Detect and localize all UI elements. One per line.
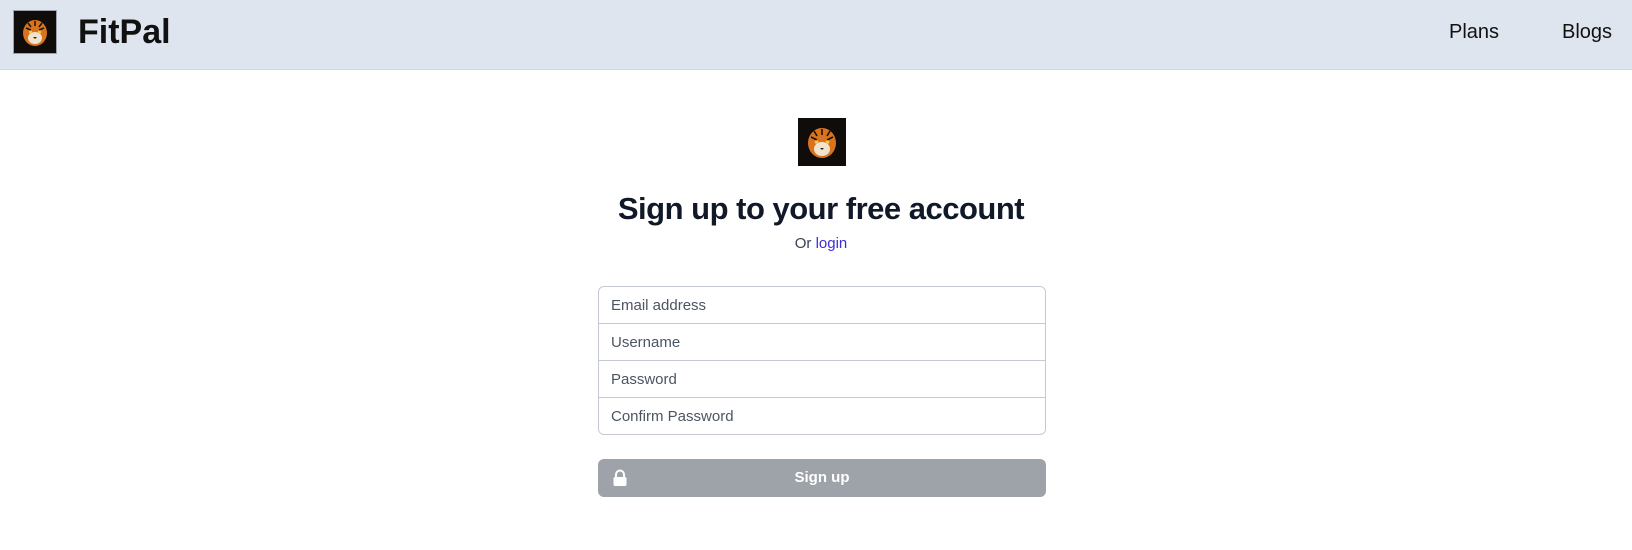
login-prompt: Or login [0,234,1632,254]
password-field[interactable] [598,360,1046,398]
nav-plans-link[interactable]: Plans [1449,18,1499,46]
signup-button-label: Sign up [794,469,850,486]
signup-button[interactable]: Sign up [598,459,1046,497]
brand-name[interactable]: FitPal [78,10,171,54]
login-link[interactable]: login [816,235,848,252]
confirm-password-field[interactable] [598,397,1046,435]
tiger-logo-icon[interactable] [13,10,57,54]
page-title: Sign up to your free account [617,191,1025,226]
email-field[interactable] [598,286,1046,324]
nav-blogs-link[interactable]: Blogs [1562,18,1612,46]
username-field[interactable] [598,323,1046,361]
login-prompt-text: Or [794,235,812,252]
tiger-logo-icon [798,118,846,166]
navbar: FitPal Plans Blogs [0,0,1632,70]
lock-icon [613,469,627,486]
signup-form [598,286,1046,435]
